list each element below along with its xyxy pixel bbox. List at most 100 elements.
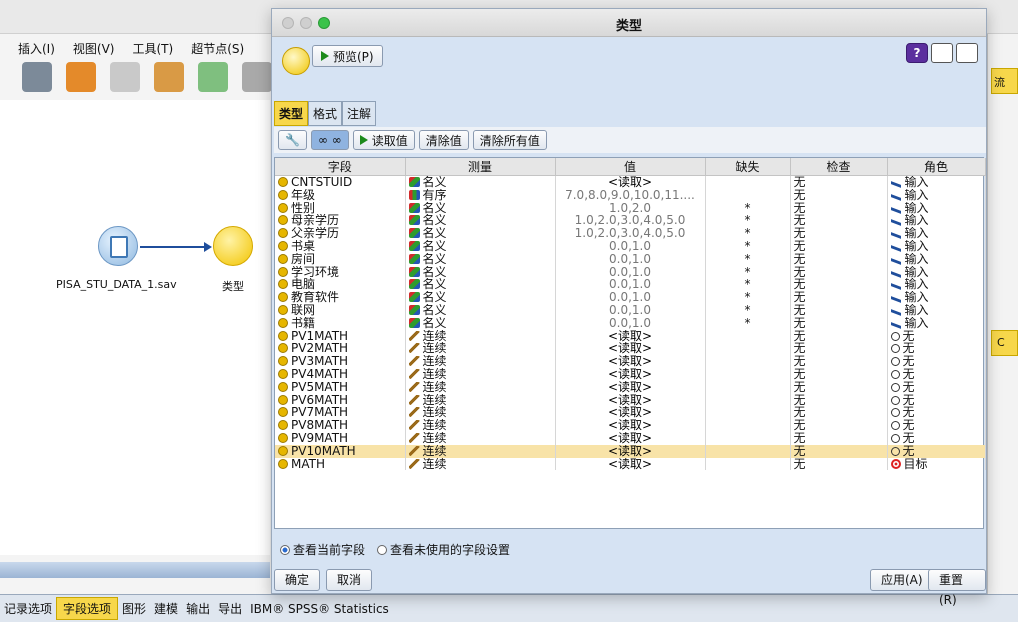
missing-cell[interactable]: * — [705, 278, 791, 292]
check-cell[interactable]: 无 — [790, 419, 888, 432]
field-cell[interactable]: PV9MATH — [275, 431, 406, 445]
measurement-cell[interactable]: 连续 — [405, 419, 556, 432]
check-cell[interactable]: 无 — [790, 303, 888, 317]
measurement-cell[interactable]: 连续 — [405, 393, 556, 407]
preview-button[interactable]: 预览(P) — [312, 45, 383, 67]
field-cell[interactable]: 电脑 — [275, 278, 406, 292]
table-row[interactable]: 母亲学历 名义 1.0,2.0,3.0,4.0,5.0 * 无 输入 — [275, 214, 986, 228]
field-cell[interactable]: PV1MATH — [275, 329, 406, 343]
reset-button[interactable]: 重置(R) — [928, 569, 986, 607]
menu-tools[interactable]: 工具(T) — [132, 40, 173, 57]
measurement-cell[interactable]: 连续 — [405, 329, 556, 343]
measurement-cell[interactable]: 连续 — [405, 355, 556, 368]
field-cell[interactable]: 母亲学历 — [275, 214, 406, 228]
values-cell[interactable]: 1.0,2.0 — [555, 201, 706, 215]
col-measurement[interactable]: 测量 — [405, 158, 556, 176]
values-cell[interactable]: <读取> — [555, 457, 706, 471]
table-row[interactable]: PV8MATH 连续 <读取> 无 无 — [275, 419, 986, 432]
role-cell[interactable]: 输入 — [887, 227, 986, 240]
role-cell[interactable]: 无 — [887, 431, 986, 445]
field-cell[interactable]: 父亲学历 — [275, 227, 406, 240]
type-node[interactable] — [213, 226, 253, 266]
source-node[interactable] — [98, 226, 138, 266]
missing-cell[interactable] — [705, 342, 791, 356]
missing-cell[interactable]: * — [705, 227, 791, 240]
field-cell[interactable]: 书籍 — [275, 316, 406, 330]
table-row[interactable]: 电脑 名义 0.0,1.0 * 无 输入 — [275, 278, 986, 292]
role-cell[interactable]: 无 — [887, 342, 986, 356]
field-cell[interactable]: 书桌 — [275, 239, 406, 253]
cancel-button[interactable]: 取消 — [326, 569, 373, 591]
values-cell[interactable]: <读取> — [555, 355, 706, 368]
values-cell[interactable]: <读取> — [555, 406, 706, 420]
print-icon[interactable] — [22, 62, 52, 92]
values-cell[interactable]: 0.0,1.0 — [555, 303, 706, 317]
missing-cell[interactable] — [705, 419, 791, 432]
role-cell[interactable]: 无 — [887, 419, 986, 432]
values-cell[interactable]: 1.0,2.0,3.0,4.0,5.0 — [555, 227, 706, 240]
tab-output[interactable]: 输出 — [182, 600, 214, 617]
check-cell[interactable]: 无 — [790, 188, 888, 202]
role-cell[interactable]: 输入 — [887, 316, 986, 330]
tab-field-ops[interactable]: 字段选项 — [56, 597, 119, 620]
role-cell[interactable]: 输入 — [887, 265, 986, 279]
values-cell[interactable]: 7.0,8.0,9.0,10.0,11.... — [555, 188, 706, 202]
stream-canvas[interactable] — [0, 100, 270, 555]
missing-cell[interactable]: * — [705, 201, 791, 215]
col-role[interactable]: 角色 — [887, 158, 986, 176]
values-cell[interactable]: 0.0,1.0 — [555, 316, 706, 330]
c-tab[interactable]: C — [991, 330, 1018, 356]
check-cell[interactable]: 无 — [790, 227, 888, 240]
table-row[interactable]: MATH 连续 <读取> 无 目标 — [275, 457, 986, 471]
measurement-cell[interactable]: 有序 — [405, 188, 556, 202]
menu-supernode[interactable]: 超节点(S) — [191, 40, 244, 57]
values-cell[interactable]: 0.0,1.0 — [555, 239, 706, 253]
check-cell[interactable]: 无 — [790, 291, 888, 304]
field-cell[interactable]: MATH — [275, 457, 406, 471]
tab-annotations[interactable]: 注解 — [342, 101, 377, 126]
help-button[interactable]: ? — [906, 43, 928, 63]
table-row[interactable]: PV9MATH 连续 <读取> 无 无 — [275, 431, 986, 445]
field-cell[interactable]: PV4MATH — [275, 367, 406, 381]
view-current-radio[interactable]: 查看当前字段 — [280, 541, 365, 558]
ok-button[interactable]: 确定 — [274, 569, 321, 591]
role-cell[interactable]: 输入 — [887, 291, 986, 304]
field-cell[interactable]: CNTSTUID — [275, 175, 406, 189]
measurement-cell[interactable]: 连续 — [405, 444, 556, 458]
check-cell[interactable]: 无 — [790, 444, 888, 458]
tab-export[interactable]: 导出 — [214, 600, 246, 617]
role-cell[interactable]: 无 — [887, 444, 986, 458]
role-cell[interactable]: 输入 — [887, 239, 986, 253]
measurement-cell[interactable]: 名义 — [405, 303, 556, 317]
table-row[interactable]: 联网 名义 0.0,1.0 * 无 输入 — [275, 303, 986, 317]
role-cell[interactable]: 无 — [887, 355, 986, 368]
table-row[interactable]: 性别 名义 1.0,2.0 * 无 输入 — [275, 201, 986, 215]
check-cell[interactable]: 无 — [790, 393, 888, 407]
role-cell[interactable]: 输入 — [887, 252, 986, 266]
values-cell[interactable]: <读取> — [555, 380, 706, 394]
table-row[interactable]: PV1MATH 连续 <读取> 无 无 — [275, 329, 986, 343]
measurement-cell[interactable]: 名义 — [405, 316, 556, 330]
role-cell[interactable]: 输入 — [887, 175, 986, 189]
check-cell[interactable]: 无 — [790, 201, 888, 215]
measurement-cell[interactable]: 名义 — [405, 278, 556, 292]
table-row[interactable]: 学习环境 名义 0.0,1.0 * 无 输入 — [275, 265, 986, 279]
field-cell[interactable]: 教育软件 — [275, 291, 406, 304]
table-row[interactable]: CNTSTUID 名义 <读取> 无 输入 — [275, 175, 986, 189]
tab-format[interactable]: 格式 — [308, 101, 343, 126]
tab-graphs[interactable]: 图形 — [118, 600, 150, 617]
table-row[interactable]: 房间 名义 0.0,1.0 * 无 输入 — [275, 252, 986, 266]
missing-cell[interactable] — [705, 355, 791, 368]
values-cell[interactable]: 0.0,1.0 — [555, 265, 706, 279]
measurement-cell[interactable]: 连续 — [405, 342, 556, 356]
role-cell[interactable]: 无 — [887, 406, 986, 420]
missing-cell[interactable] — [705, 393, 791, 407]
check-cell[interactable]: 无 — [790, 214, 888, 228]
clear-values-button[interactable]: 清除值 — [418, 130, 469, 150]
minimize-icon[interactable] — [931, 43, 953, 63]
field-cell[interactable]: PV2MATH — [275, 342, 406, 356]
values-cell[interactable]: <读取> — [555, 367, 706, 381]
measurement-cell[interactable]: 名义 — [405, 239, 556, 253]
values-cell[interactable]: 0.0,1.0 — [555, 252, 706, 266]
role-cell[interactable]: 目标 — [887, 457, 986, 471]
